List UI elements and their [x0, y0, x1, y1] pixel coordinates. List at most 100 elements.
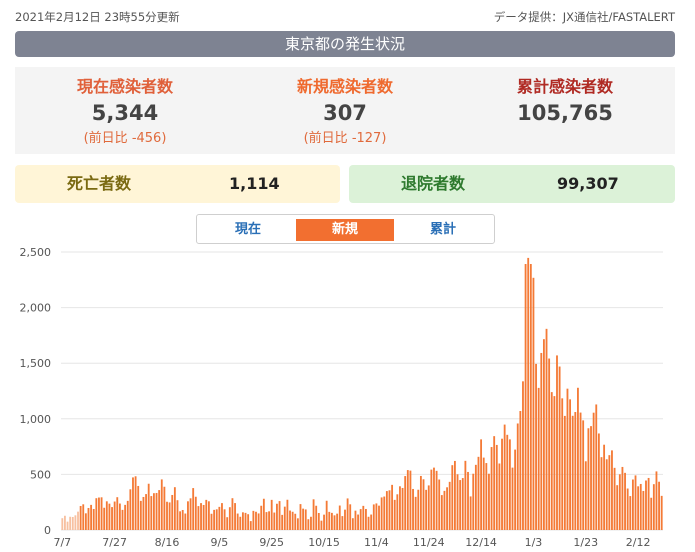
bar: [448, 481, 451, 530]
bar: [550, 392, 553, 530]
bar: [187, 501, 189, 530]
bar: [506, 434, 509, 530]
bar: [391, 484, 394, 530]
bar: [344, 509, 346, 530]
bar: [430, 469, 433, 530]
bar: [283, 506, 286, 530]
stat-current-cases: 現在感染者数 5,344 (前日比 -456): [15, 67, 235, 147]
bar: [249, 521, 252, 530]
bar: [537, 387, 540, 530]
bar: [336, 513, 339, 530]
data-source: データ提供：JX通信社/FASTALERT: [493, 10, 675, 24]
x-tick-label: 7/7: [53, 536, 71, 549]
tab-current[interactable]: 現在: [199, 219, 297, 241]
bar: [281, 514, 284, 530]
bar: [323, 514, 325, 530]
bar: [658, 481, 660, 530]
bar: [647, 477, 650, 530]
bar: [516, 423, 519, 530]
bar: [100, 497, 103, 530]
bar: [577, 387, 579, 530]
bar: [118, 503, 121, 530]
bar: [427, 485, 430, 530]
bar: [310, 516, 312, 530]
bar: [241, 512, 244, 530]
bar: [257, 513, 260, 530]
bar: [197, 506, 200, 530]
bar: [401, 487, 404, 530]
bar: [207, 501, 210, 530]
bar: [276, 503, 278, 530]
bar: [268, 511, 270, 530]
bar: [558, 366, 561, 530]
bar: [307, 519, 310, 530]
bar: [422, 479, 425, 530]
stat-current-value: 5,344: [91, 101, 159, 125]
bar: [380, 497, 383, 530]
bar: [74, 515, 77, 530]
bar: [574, 412, 577, 530]
bar: [469, 496, 472, 530]
bar: [454, 460, 456, 530]
bar: [247, 514, 250, 530]
bar: [286, 499, 289, 530]
bar: [511, 467, 514, 530]
bar: [359, 509, 362, 530]
bar: [556, 355, 558, 530]
bar: [105, 501, 108, 530]
bar: [213, 509, 216, 530]
bar: [270, 499, 273, 530]
bar: [605, 459, 608, 530]
bar: [603, 444, 606, 530]
bar: [200, 503, 202, 530]
bar: [126, 500, 129, 530]
bar: [393, 499, 396, 530]
bar: [611, 450, 613, 530]
x-tick-label: 12/14: [465, 536, 497, 549]
bar: [621, 466, 624, 530]
x-tick-label: 9/25: [259, 536, 284, 549]
bar: [338, 505, 341, 530]
updated-timestamp: 2021年2月12日 23時55分更新: [15, 10, 180, 24]
bar: [92, 508, 95, 530]
bar: [349, 504, 352, 530]
bar: [477, 456, 480, 530]
bar: [166, 501, 168, 530]
tab-total[interactable]: 累計: [394, 219, 492, 241]
bar: [333, 515, 336, 530]
bar: [532, 277, 535, 530]
bar: [66, 521, 69, 530]
bar: [299, 504, 302, 530]
tab-new[interactable]: 新規: [296, 219, 394, 241]
bar: [137, 485, 140, 530]
bar: [77, 511, 79, 530]
x-tick-label: 7/27: [102, 536, 127, 549]
bar: [90, 504, 93, 530]
y-tick-label: 500: [30, 468, 51, 481]
bar: [367, 516, 370, 530]
bar: [69, 516, 72, 530]
bar: [396, 494, 399, 530]
stat-new-label: 新規感染者数: [296, 77, 393, 96]
bar: [522, 381, 524, 530]
bar: [608, 455, 611, 530]
deaths-value: 1,114: [229, 174, 280, 193]
bar: [315, 505, 318, 530]
bar: [587, 428, 590, 530]
bar: [548, 358, 551, 530]
header-bar: 2021年2月12日 23時55分更新 データ提供：JX通信社/FASTALER…: [15, 9, 675, 25]
bar: [459, 480, 462, 530]
stat-current-label: 現在感染者数: [76, 77, 173, 96]
bar: [328, 511, 331, 530]
bar: [234, 503, 236, 530]
bar: [111, 507, 113, 530]
bar: [294, 513, 297, 530]
bar: [404, 476, 407, 530]
bar: [399, 486, 401, 530]
bar: [365, 508, 367, 530]
y-tick-label: 2,000: [20, 302, 52, 315]
bar: [480, 439, 483, 530]
bar: [210, 513, 213, 530]
bar: [262, 498, 265, 530]
bar: [124, 504, 127, 530]
